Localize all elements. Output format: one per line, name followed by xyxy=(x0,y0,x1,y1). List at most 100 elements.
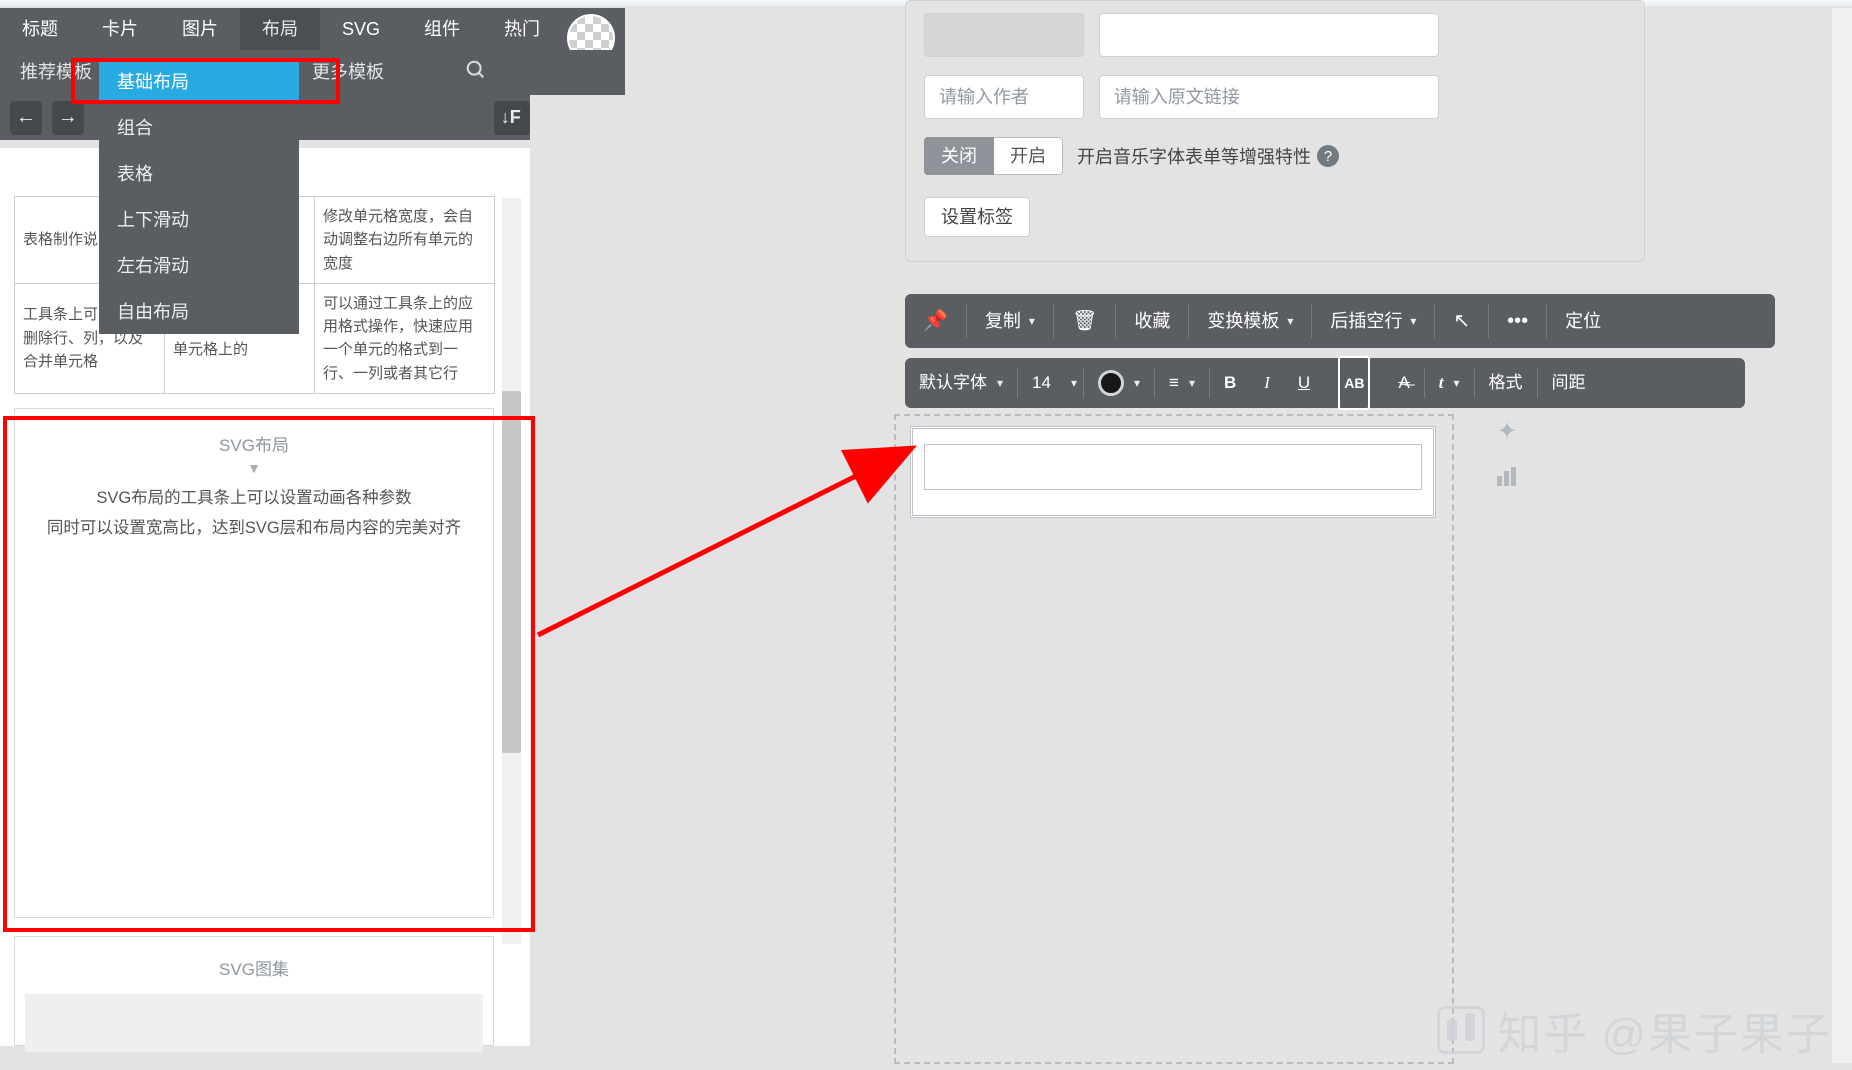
svg-gallery-placeholder xyxy=(25,994,483,1052)
dropdown-hscroll[interactable]: 左右滑动 xyxy=(99,242,299,288)
caret-down-icon: ▾ xyxy=(1189,358,1195,408)
dropdown-basic-layout[interactable]: 基础布局 xyxy=(99,58,299,104)
watermark: 知乎 @果子果子 xyxy=(1437,998,1832,1062)
tab-comp[interactable]: 组件 xyxy=(402,8,482,50)
ellipsis-icon: ••• xyxy=(1507,294,1528,348)
svg-gallery-title: SVG图集 xyxy=(15,955,493,980)
font-label: 默认字体 xyxy=(919,358,987,408)
toggle-caption: 开启音乐字体表单等增强特性 xyxy=(1077,143,1311,169)
back-button[interactable]: ← xyxy=(10,101,42,135)
size-value: 14 xyxy=(1032,358,1051,408)
caret-down-icon: ▾ xyxy=(1071,358,1077,408)
favorite-button[interactable]: 收藏 xyxy=(1116,294,1188,348)
page-scrollbar[interactable] xyxy=(1832,8,1852,1063)
layout-dropdown: 基础布局 组合 表格 上下滑动 左右滑动 自由布局 xyxy=(99,58,299,334)
subtab-more[interactable]: 更多模板 xyxy=(292,50,404,95)
t-icon: t xyxy=(1439,358,1444,408)
pin-button[interactable]: 📌 xyxy=(905,294,966,348)
trash-icon: 🗑 xyxy=(1072,294,1097,348)
caret-down-icon: ▾ xyxy=(1454,358,1460,408)
bars-icon[interactable] xyxy=(1494,464,1520,490)
sparkle-icon[interactable]: ✦ xyxy=(1494,418,1520,444)
swap-template-button[interactable]: 变换模板▾ xyxy=(1189,294,1311,348)
font-family-select[interactable]: 默认字体▾ xyxy=(905,358,1017,408)
caret-down-icon: ▾ xyxy=(1287,294,1293,348)
sort-button[interactable]: ↓F xyxy=(494,101,530,135)
svg-layout-template-card[interactable]: SVG布局 ▼ SVG布局的工具条上可以设置动画各种参数 同时可以设置宽高比，达… xyxy=(14,408,494,918)
font-size-dropdown[interactable]: ▾ xyxy=(1065,358,1083,408)
insert-blank-button[interactable]: 后插空行▾ xyxy=(1312,294,1434,348)
text-transform-button[interactable]: t▾ xyxy=(1425,358,1474,408)
text-color-button[interactable]: ▾ xyxy=(1084,358,1154,408)
ab-icon: AB xyxy=(1338,356,1370,410)
text-style-button[interactable]: AB xyxy=(1324,356,1384,410)
sub-tab-bar: 推荐模板 更多模板 xyxy=(0,50,625,95)
editor-canvas[interactable] xyxy=(880,414,1750,1064)
block-toolbar: 📌 复制▾ 🗑 收藏 变换模板▾ 后插空行▾ ↖ ••• 定位 xyxy=(905,294,1775,348)
dropdown-free[interactable]: 自由布局 xyxy=(99,288,299,334)
tab-title[interactable]: 标题 xyxy=(0,8,80,50)
swap-label: 变换模板 xyxy=(1207,294,1279,348)
tab-image[interactable]: 图片 xyxy=(160,8,240,50)
help-icon[interactable]: ? xyxy=(1317,145,1339,167)
subtab-recommended[interactable]: 推荐模板 xyxy=(0,50,112,95)
more-button[interactable]: ••• xyxy=(1489,294,1546,348)
cover-placeholder[interactable] xyxy=(924,13,1084,57)
caret-down-icon: ▾ xyxy=(1029,294,1035,348)
blank-label: 后插空行 xyxy=(1330,294,1402,348)
underline-button[interactable]: U xyxy=(1284,358,1324,408)
layout-inner-input[interactable] xyxy=(924,444,1422,490)
forward-button[interactable]: → xyxy=(52,101,84,135)
spacing-button[interactable]: 间距 xyxy=(1538,358,1600,408)
set-tags-button[interactable]: 设置标签 xyxy=(924,197,1030,237)
pin-icon: 📌 xyxy=(923,294,948,348)
watermark-site: 知乎 xyxy=(1497,998,1589,1062)
cell: 修改单元格宽度，会自动调整右边所有单元的宽度 xyxy=(315,197,495,284)
tab-svg[interactable]: SVG xyxy=(320,8,402,50)
left-scrollbar-thumb[interactable] xyxy=(502,391,521,753)
format-button[interactable]: 格式 xyxy=(1475,358,1537,408)
tab-card[interactable]: 卡片 xyxy=(80,8,160,50)
svg-card-line2: 同时可以设置宽高比，达到SVG层和布局内容的完美对齐 xyxy=(15,514,493,538)
font-size-input[interactable]: 14 xyxy=(1018,358,1065,408)
italic-button[interactable]: I xyxy=(1250,358,1284,408)
caret-down-icon: ▾ xyxy=(1134,358,1140,408)
caret-down-icon: ▾ xyxy=(1410,294,1416,348)
copy-button[interactable]: 复制▾ xyxy=(967,294,1053,348)
source-link-input[interactable]: 请输入原文链接 xyxy=(1099,75,1439,119)
author-input[interactable]: 请输入作者 xyxy=(924,75,1084,119)
dropdown-vscroll[interactable]: 上下滑动 xyxy=(99,196,299,242)
color-swatch-icon xyxy=(1098,370,1124,396)
templates-panel: 标题 卡片 图片 布局 SVG 组件 热门 主题色 推荐模板 更多模板 ← → … xyxy=(0,8,625,140)
tab-layout[interactable]: 布局 xyxy=(240,8,320,50)
canvas-side-tools: ✦ xyxy=(1494,418,1520,490)
svg-card-title: SVG布局 xyxy=(15,431,493,456)
article-meta-panel: 请输入作者 请输入原文链接 关闭 开启 开启音乐字体表单等增强特性 ? 设置标签 xyxy=(905,0,1645,262)
caret-down-icon: ▾ xyxy=(997,358,1003,408)
delete-button[interactable]: 🗑 xyxy=(1054,294,1115,348)
bold-button[interactable]: B xyxy=(1210,358,1250,408)
top-tab-bar: 标题 卡片 图片 布局 SVG 组件 热门 xyxy=(0,8,625,50)
magic-button[interactable]: ↖ xyxy=(1435,294,1488,348)
zhihu-logo-icon xyxy=(1437,1006,1485,1054)
editor-panel: 请输入作者 请输入原文链接 关闭 开启 开启音乐字体表单等增强特性 ? 设置标签… xyxy=(870,0,1852,1070)
svg-gallery-template-card[interactable]: SVG图集 xyxy=(14,936,494,1046)
watermark-user: @果子果子 xyxy=(1601,998,1832,1062)
strike-button[interactable]: A̶ xyxy=(1384,358,1423,408)
align-icon: ≡ xyxy=(1169,358,1179,408)
magnifier-icon[interactable] xyxy=(465,59,487,87)
cell: 可以通过工具条上的应用格式操作，快速应用一个单元的格式到一行、一列或者其它行 xyxy=(315,283,495,393)
title-input[interactable] xyxy=(1099,13,1439,57)
dropdown-table[interactable]: 表格 xyxy=(99,150,299,196)
text-toolbar: 默认字体▾ 14 ▾ ▾ ≡▾ B I U AB A̶ t▾ 格式 间距 xyxy=(905,358,1745,408)
svg-card-line1: SVG布局的工具条上可以设置动画各种参数 xyxy=(15,484,493,508)
caret-down-icon: ▼ xyxy=(15,460,493,476)
toggle-open[interactable]: 开启 xyxy=(994,137,1063,175)
locate-button[interactable]: 定位 xyxy=(1547,294,1619,348)
tab-hot[interactable]: 热门 xyxy=(482,8,562,50)
cursor-icon: ↖ xyxy=(1453,294,1470,348)
toggle-close[interactable]: 关闭 xyxy=(924,137,994,175)
align-button[interactable]: ≡▾ xyxy=(1155,358,1209,408)
copy-label: 复制 xyxy=(985,294,1021,348)
dropdown-combo[interactable]: 组合 xyxy=(99,104,299,150)
